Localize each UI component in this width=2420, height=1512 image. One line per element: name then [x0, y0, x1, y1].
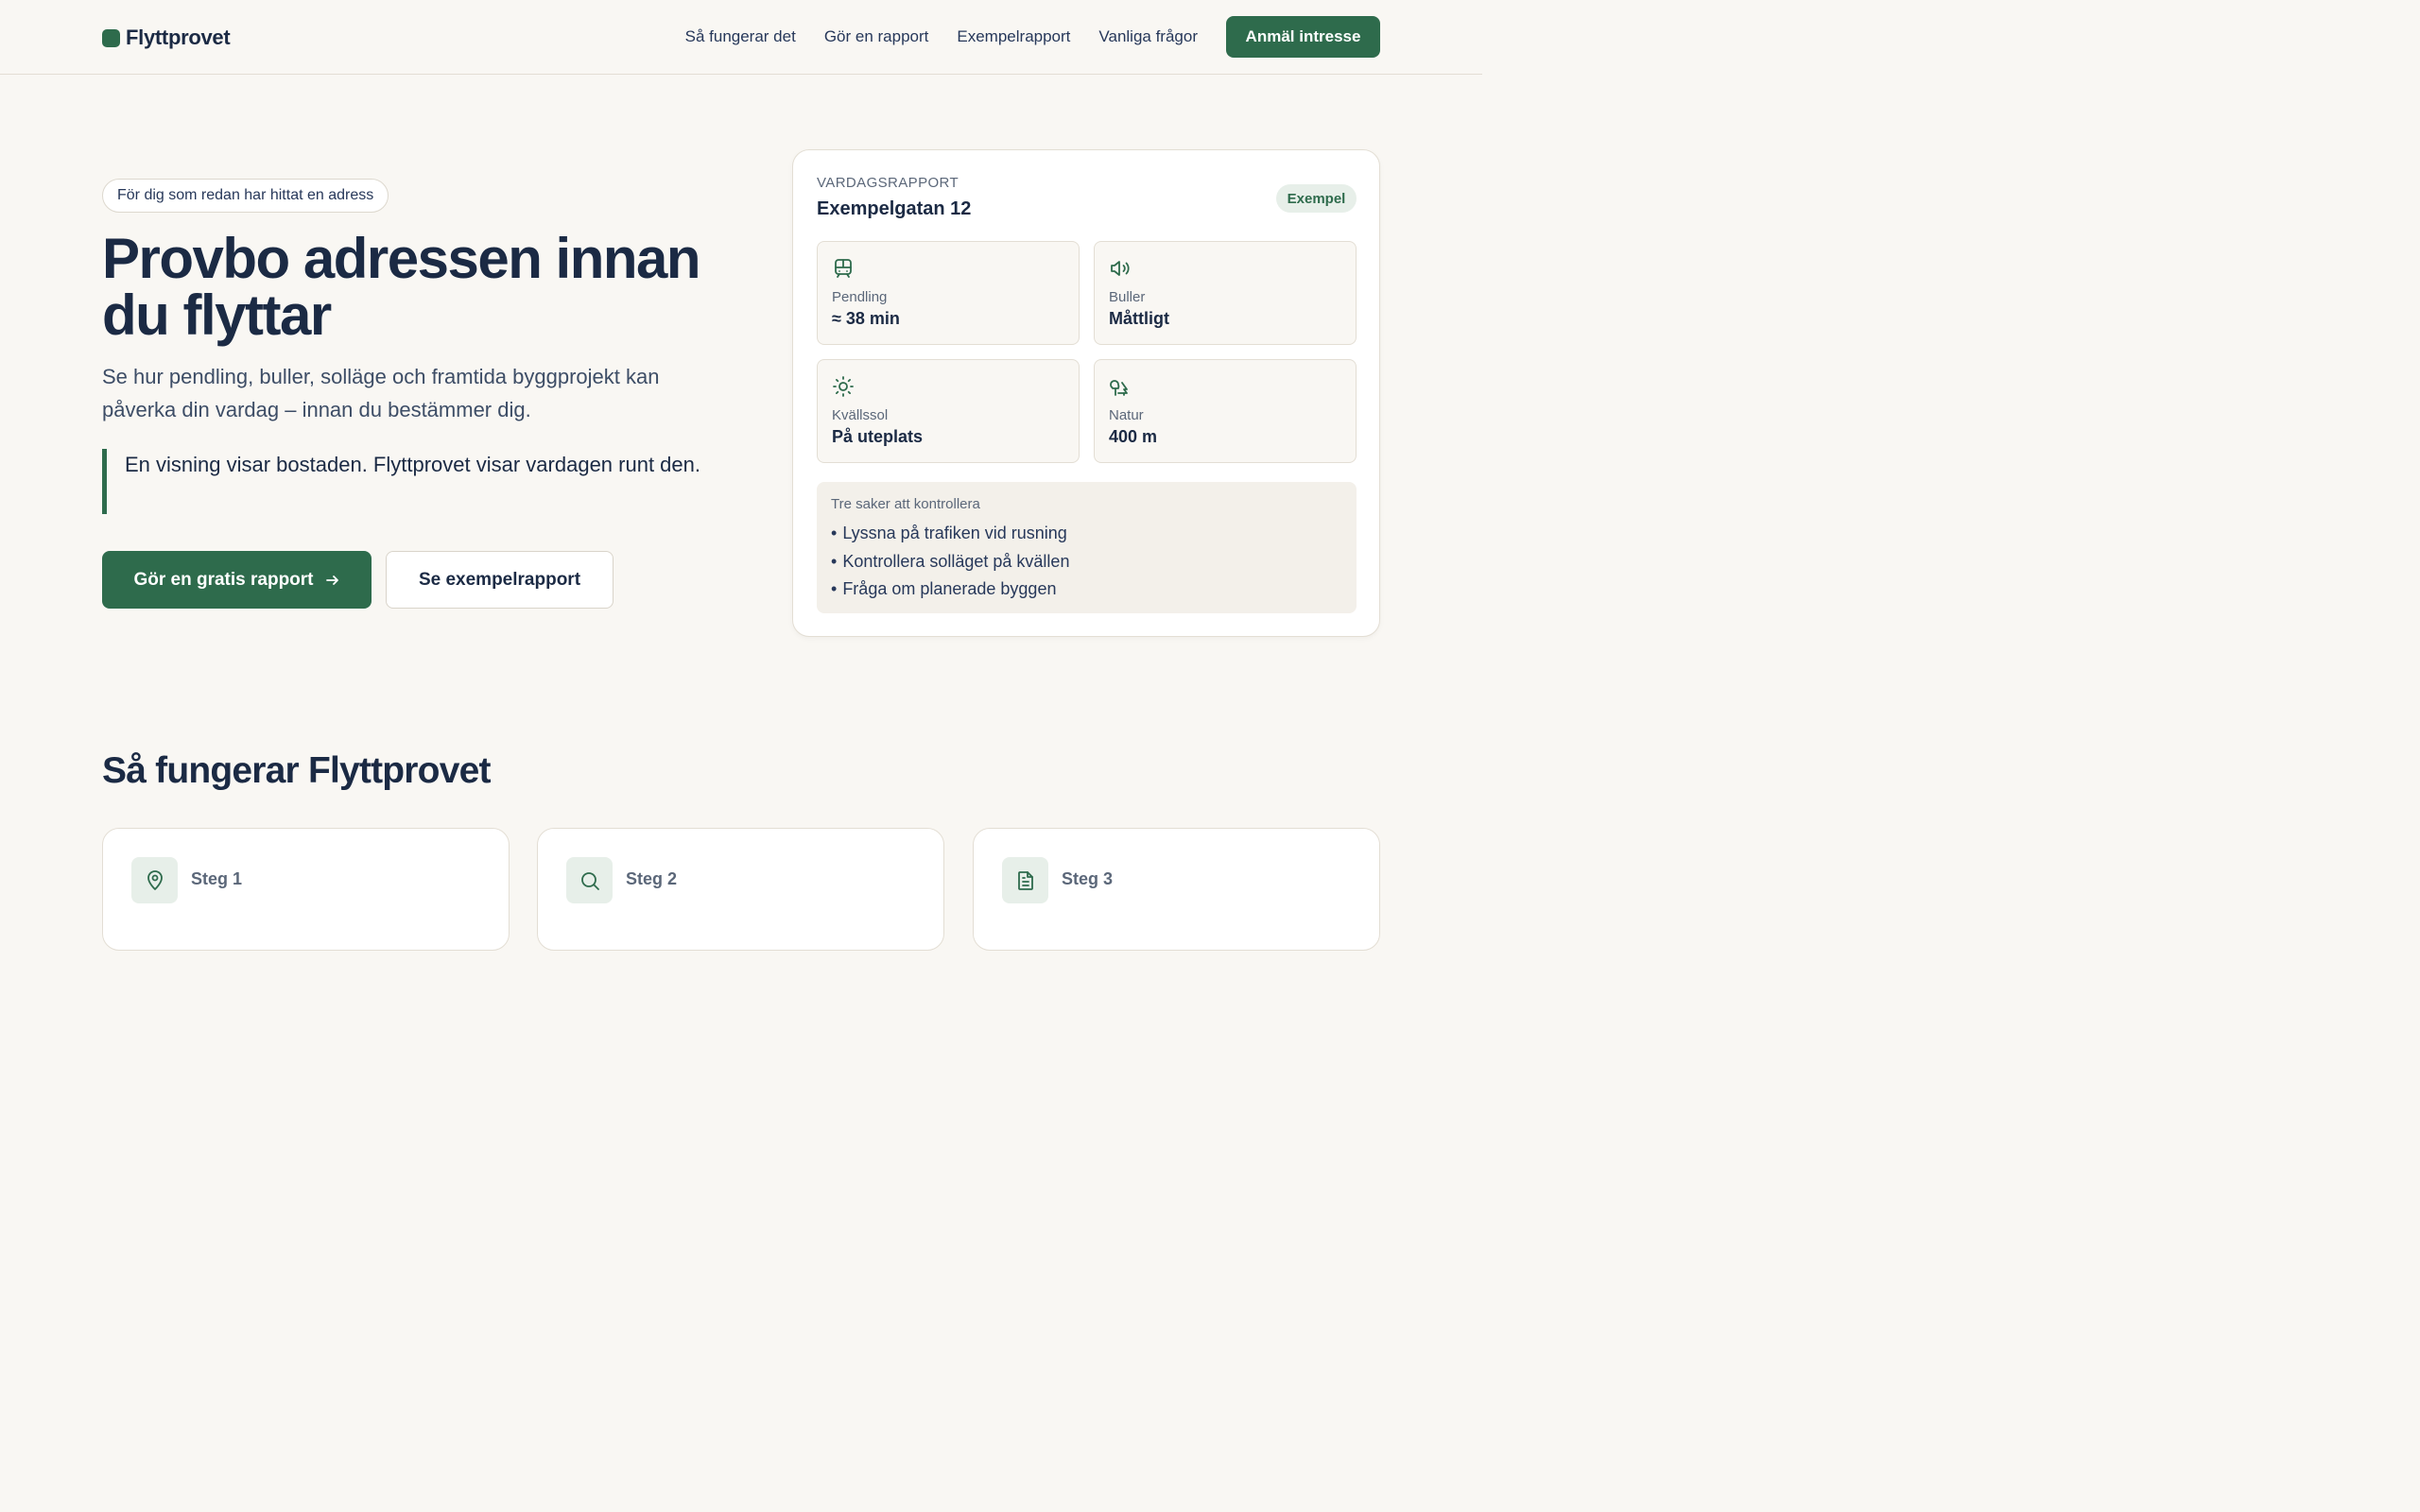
- checklist-list: Lyssna på trafiken vid rusning Kontrolle…: [831, 520, 1069, 604]
- checklist-box: Tre saker att kontrollera Lyssna på traf…: [817, 482, 1357, 613]
- nav-link-how[interactable]: Så fungerar det: [685, 16, 796, 58]
- trees-icon: [1109, 375, 1132, 398]
- audience-pill: För dig som redan har hittat en adress: [102, 179, 389, 213]
- metric-commute: Pendling ≈ 38 min: [817, 241, 1080, 345]
- metric-value: Måttligt: [1109, 309, 1169, 328]
- speaker-icon: [1109, 257, 1132, 280]
- metric-value: På uteplats: [832, 427, 924, 446]
- map-pin-icon: [131, 857, 178, 903]
- metric-noise: Buller Måttligt: [1094, 241, 1357, 345]
- step-card-3: Steg 3: [973, 828, 1380, 951]
- train-icon: [832, 257, 855, 280]
- metric-value: 400 m: [1109, 427, 1158, 446]
- list-item: Lyssna på trafiken vid rusning: [831, 520, 1069, 548]
- step-card-1: Steg 1: [102, 828, 510, 951]
- site-header: Flyttprovet Så fungerar det Gör en rappo…: [0, 0, 1482, 75]
- step-label: Steg 3: [1062, 869, 1114, 888]
- register-interest-button[interactable]: Anmäl intresse: [1226, 16, 1380, 58]
- step-label: Steg 1: [191, 869, 243, 888]
- arrow-right-icon: [325, 573, 340, 588]
- example-badge: Exempel: [1276, 184, 1357, 213]
- brand-name: Flyttprovet: [126, 26, 231, 49]
- report-card: VARDAGSRAPPORT Exempelgatan 12 Exempel P…: [792, 149, 1380, 637]
- list-item: Kontrollera solläget på kvällen: [831, 548, 1069, 576]
- logo-mark-icon: [102, 28, 120, 47]
- step-label: Steg 2: [626, 869, 678, 888]
- free-report-button[interactable]: Gör en gratis rapport: [102, 551, 372, 609]
- report-eyebrow: VARDAGSRAPPORT: [817, 175, 959, 191]
- how-it-works-title: Så fungerar Flyttprovet: [102, 750, 491, 791]
- metric-label: Buller: [1109, 289, 1146, 305]
- main-nav: Så fungerar det Gör en rapport Exempelra…: [685, 16, 1380, 58]
- report-address: Exempelgatan 12: [817, 198, 972, 219]
- step-card-2: Steg 2: [537, 828, 944, 951]
- metric-nature: Natur 400 m: [1094, 359, 1357, 463]
- example-report-button[interactable]: Se exempelrapport: [386, 551, 614, 609]
- checklist-title: Tre saker att kontrollera: [831, 496, 980, 512]
- nav-link-faq[interactable]: Vanliga frågor: [1098, 16, 1198, 58]
- nav-link-report[interactable]: Gör en rapport: [824, 16, 929, 58]
- free-report-button-label: Gör en gratis rapport: [133, 569, 314, 590]
- hero-quote: En visning visar bostaden. Flyttprovet v…: [102, 449, 726, 514]
- sun-icon: [832, 375, 855, 398]
- metric-label: Pendling: [832, 289, 888, 305]
- hero-title: Provbo adressen innan du flyttar: [102, 227, 701, 347]
- hero-subtitle: Se hur pendling, buller, solläge och fra…: [102, 365, 660, 421]
- metric-label: Natur: [1109, 407, 1144, 423]
- metric-label: Kvällssol: [832, 407, 889, 423]
- nav-link-example[interactable]: Exempelrapport: [957, 16, 1070, 58]
- metric-value: ≈ 38 min: [832, 309, 900, 328]
- list-item: Fråga om planerade byggen: [831, 576, 1069, 604]
- document-icon: [1002, 857, 1048, 903]
- brand-logo[interactable]: Flyttprovet: [102, 26, 231, 50]
- metric-evening-sun: Kvällssol På uteplats: [817, 359, 1080, 463]
- search-icon: [566, 857, 613, 903]
